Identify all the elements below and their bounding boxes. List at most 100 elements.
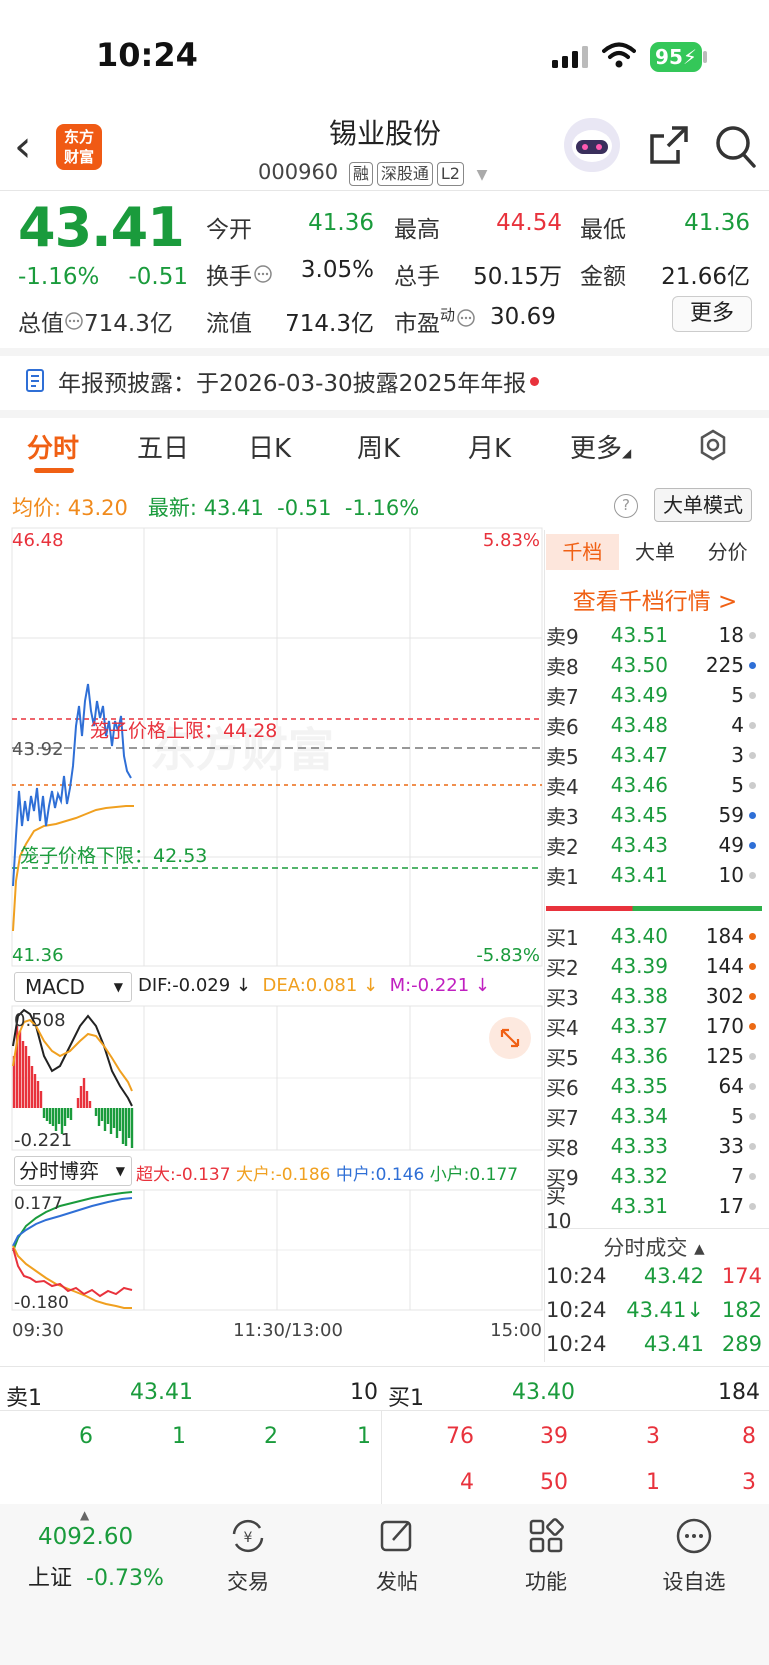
info-icon[interactable] — [455, 307, 477, 329]
index-row[interactable]: 上证 -0.73% — [28, 1560, 164, 1592]
ask-level-row[interactable]: 卖6 43.48 4 — [546, 710, 762, 740]
level-label: 卖6 — [546, 714, 579, 739]
ask-level-row[interactable]: 卖2 43.43 49 — [546, 830, 762, 860]
bid-level-row[interactable]: 买5 43.36 125 — [546, 1041, 762, 1071]
level-volume: 302 — [705, 984, 744, 1008]
bid-level-row[interactable]: 买10 43.31 17 — [546, 1184, 762, 1233]
tick-price: 43.41 — [643, 1332, 704, 1356]
tick-row: 10:24 43.41↓ 182 — [546, 1298, 762, 1322]
game-select[interactable]: 分时博弈 ▼ — [14, 1156, 132, 1186]
tick-price: 43.41↓ — [626, 1298, 704, 1322]
bid-level-row[interactable]: 买4 43.37 170 — [546, 1011, 762, 1041]
order-dot-icon — [749, 1022, 756, 1030]
level-price: 43.39 — [610, 954, 668, 978]
tab-monthly-k[interactable]: 月K — [468, 428, 511, 465]
bid-level-row[interactable]: 买2 43.39 144 — [546, 951, 762, 981]
share-icon[interactable] — [648, 124, 690, 166]
info-icon[interactable] — [252, 263, 274, 285]
stock-code-row[interactable]: 000960 融深股通 L2 ▼ — [258, 160, 487, 186]
tab-intraday[interactable]: 分时 — [27, 428, 79, 465]
tick-row: 10:24 43.42 174 — [546, 1264, 762, 1288]
intraday-chart[interactable]: 东方财富 46.48 5.83% 43.92 41.36 -5.83% 笼子价格… — [0, 526, 546, 1366]
nav-post[interactable]: 发帖 — [347, 1516, 447, 1596]
pe-label: 市盈动 — [394, 304, 477, 338]
level-label: 卖1 — [546, 864, 579, 889]
bid-level-row[interactable]: 买3 43.38 302 — [546, 981, 762, 1011]
ask-level-row[interactable]: 卖4 43.46 5 — [546, 770, 762, 800]
time-axis-end: 15:00 — [490, 1320, 542, 1341]
tab-five-day[interactable]: 五日 — [137, 428, 189, 465]
level-volume: 17 — [718, 1194, 744, 1218]
assistant-avatar[interactable] — [564, 118, 620, 172]
level-volume: 33 — [718, 1134, 744, 1158]
search-icon[interactable] — [714, 124, 756, 168]
bid-level-row[interactable]: 买8 43.33 33 — [546, 1131, 762, 1161]
ask-level-row[interactable]: 卖5 43.47 3 — [546, 740, 762, 770]
turnover-label: 换手 — [206, 257, 274, 291]
ask-level-row[interactable]: 卖7 43.49 5 — [546, 680, 762, 710]
nav-trade[interactable]: ¥ 交易 — [198, 1516, 298, 1596]
index-value[interactable]: 4092.60 — [38, 1524, 133, 1550]
active-tab-indicator — [34, 468, 74, 473]
queue-order: 2 — [264, 1424, 278, 1449]
level-volume: 225 — [705, 653, 744, 677]
bid-level-row[interactable]: 买6 43.35 64 — [546, 1071, 762, 1101]
back-button[interactable]: ‹ — [14, 122, 50, 172]
nav-add-watchlist[interactable]: 设自选 — [644, 1516, 744, 1596]
ask-level-row[interactable]: 卖1 43.41 10 — [546, 860, 762, 890]
signal-icon — [552, 46, 588, 68]
view-levels-link[interactable]: 查看千档行情 > — [546, 582, 764, 616]
last-price: 43.41 — [18, 196, 185, 259]
app-logo[interactable]: 东方 财富 — [56, 124, 102, 170]
tick-trades-header[interactable]: 分时成交 ▴ — [546, 1232, 762, 1262]
queue-order: 8 — [742, 1424, 756, 1449]
divider — [544, 1228, 769, 1229]
tab-more[interactable]: 更多◢ — [570, 428, 631, 465]
price-info-line: 均价: 43.20 最新: 43.41 -0.51 -1.16% — [12, 496, 420, 520]
ask-level-row[interactable]: 卖9 43.51 18 — [546, 620, 762, 650]
order-dot-icon — [749, 1082, 756, 1090]
report-icon — [26, 369, 44, 392]
level-price: 43.43 — [610, 833, 668, 857]
order-dot-icon — [749, 841, 756, 849]
bid-level-row[interactable]: 买7 43.34 5 — [546, 1101, 762, 1131]
ask-level-row[interactable]: 卖8 43.50 225 — [546, 650, 762, 680]
level-price: 43.47 — [610, 743, 668, 767]
level-volume: 59 — [718, 803, 744, 827]
level-price: 43.32 — [610, 1164, 668, 1188]
tab-big-orders[interactable]: 大单 — [619, 534, 692, 570]
queue-order: 3 — [742, 1470, 756, 1495]
ask-level-row[interactable]: 卖3 43.45 59 — [546, 800, 762, 830]
tab-thousand-levels[interactable]: 千档 — [546, 534, 619, 570]
order-dot-icon — [749, 661, 756, 669]
volume-label: 总手 — [394, 264, 440, 290]
level-volume: 5 — [731, 773, 744, 797]
queue-order: 6 — [79, 1424, 93, 1449]
help-icon[interactable]: ? — [614, 494, 638, 518]
stock-code: 000960 — [258, 160, 339, 184]
level-label: 卖2 — [546, 834, 579, 859]
level-label: 卖4 — [546, 774, 579, 799]
order-dot-icon — [749, 811, 756, 819]
indicator-select[interactable]: MACD ▼ — [14, 972, 132, 1002]
order-dot-icon — [749, 721, 756, 729]
queue-order: 3 — [646, 1424, 660, 1449]
nav-functions[interactable]: 功能 — [496, 1516, 596, 1596]
market-cap: 总值 714.3亿 — [18, 311, 173, 337]
order-book-tabs: 千档 大单 分价 — [546, 534, 764, 570]
panel-divider — [544, 530, 545, 1362]
big-order-mode-button[interactable]: 大单模式 — [654, 488, 752, 522]
tab-price-distribution[interactable]: 分价 — [691, 534, 764, 570]
more-button[interactable]: 更多 — [672, 296, 752, 332]
tab-weekly-k[interactable]: 周K — [357, 428, 400, 465]
axis-label-bottom-pct: -5.83% — [476, 945, 540, 966]
divider — [0, 190, 769, 191]
tab-daily-k[interactable]: 日K — [248, 428, 291, 465]
collapse-arrow-icon[interactable]: ▲ — [80, 1508, 89, 1522]
bid-level-row[interactable]: 买1 43.40 184 — [546, 921, 762, 951]
settings-icon[interactable] — [696, 428, 730, 462]
expand-icon[interactable] — [489, 1017, 531, 1059]
notice-bar[interactable]: 年报预披露：于2026-03-30披露2025年年报 — [24, 364, 540, 398]
divider — [0, 348, 769, 356]
level-price: 43.51 — [610, 623, 668, 647]
